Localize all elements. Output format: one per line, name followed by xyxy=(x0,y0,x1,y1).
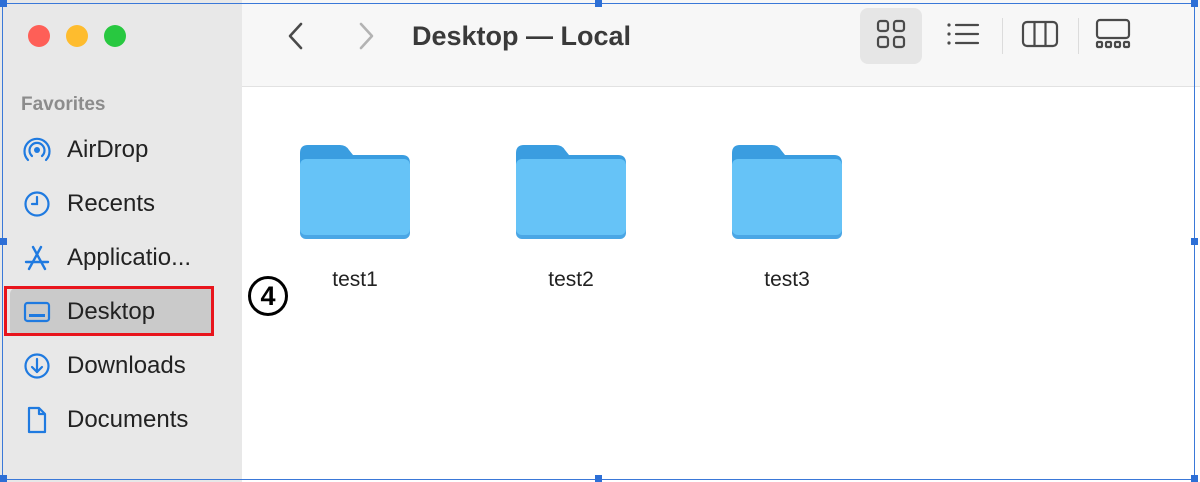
sidebar-item-airdrop[interactable]: AirDrop xyxy=(10,126,214,174)
chevron-right-icon xyxy=(355,20,377,57)
sidebar-item-downloads[interactable]: Downloads xyxy=(10,342,214,390)
sidebar-item-label: Recents xyxy=(67,190,156,217)
close-window-button[interactable] xyxy=(28,25,50,47)
sidebar-item-recents[interactable]: Recents xyxy=(10,180,214,228)
columns-icon xyxy=(1021,19,1059,54)
zoom-window-button[interactable] xyxy=(104,25,126,47)
resize-handle[interactable] xyxy=(595,475,602,482)
sidebar: Favorites AirDrop Recents Applicatio... … xyxy=(0,0,242,482)
favorites-section-label: Favorites xyxy=(21,94,106,115)
toolbar: Desktop — Local xyxy=(242,0,1200,87)
folder-item-test3[interactable]: test3 xyxy=(712,141,862,292)
sidebar-item-label: AirDrop xyxy=(67,136,149,163)
window-title: Desktop — Local xyxy=(412,21,632,51)
resize-handle[interactable] xyxy=(0,0,7,7)
resize-handle[interactable] xyxy=(0,475,7,482)
file-name: test1 xyxy=(332,268,378,291)
icon-view-button[interactable] xyxy=(860,8,922,64)
toolbar-divider xyxy=(1002,18,1003,54)
back-button[interactable] xyxy=(276,18,316,58)
sidebar-item-label: Documents xyxy=(67,406,189,433)
applications-icon xyxy=(20,241,54,275)
file-name: test3 xyxy=(764,268,810,291)
resize-handle[interactable] xyxy=(0,238,7,245)
resize-handle[interactable] xyxy=(1191,0,1198,7)
folder-item-test1[interactable]: test1 xyxy=(280,141,430,292)
document-icon xyxy=(20,403,54,437)
list-icon xyxy=(945,19,981,54)
minimize-window-button[interactable] xyxy=(66,25,88,47)
gallery-view-button[interactable] xyxy=(1082,8,1144,64)
sidebar-item-documents[interactable]: Documents xyxy=(10,396,214,444)
list-view-button[interactable] xyxy=(932,8,994,64)
download-icon xyxy=(20,349,54,383)
grid-icon xyxy=(875,18,907,55)
file-browser: test1 test2 test3 xyxy=(242,87,1200,482)
resize-handle[interactable] xyxy=(1191,238,1198,245)
window-controls xyxy=(28,25,126,47)
resize-handle[interactable] xyxy=(1191,475,1198,482)
gallery-icon xyxy=(1094,18,1132,55)
resize-handle[interactable] xyxy=(595,0,602,7)
finder-window: Favorites AirDrop Recents Applicatio... … xyxy=(0,0,1200,482)
clock-icon xyxy=(20,187,54,221)
folder-item-test2[interactable]: test2 xyxy=(496,141,646,292)
airdrop-icon xyxy=(20,133,54,167)
annotation-highlight-box xyxy=(4,286,214,336)
folder-icon xyxy=(296,141,414,246)
file-name: test2 xyxy=(548,268,594,291)
chevron-left-icon xyxy=(285,20,307,57)
step-number-marker: 4 xyxy=(248,276,288,316)
forward-button[interactable] xyxy=(346,18,386,58)
sidebar-item-applications[interactable]: Applicatio... xyxy=(10,234,214,282)
sidebar-item-label: Applicatio... xyxy=(67,244,192,271)
folder-icon xyxy=(512,141,630,246)
toolbar-divider xyxy=(1078,18,1079,54)
folder-icon xyxy=(728,141,846,246)
column-view-button[interactable] xyxy=(1009,8,1071,64)
sidebar-item-label: Downloads xyxy=(67,352,186,379)
